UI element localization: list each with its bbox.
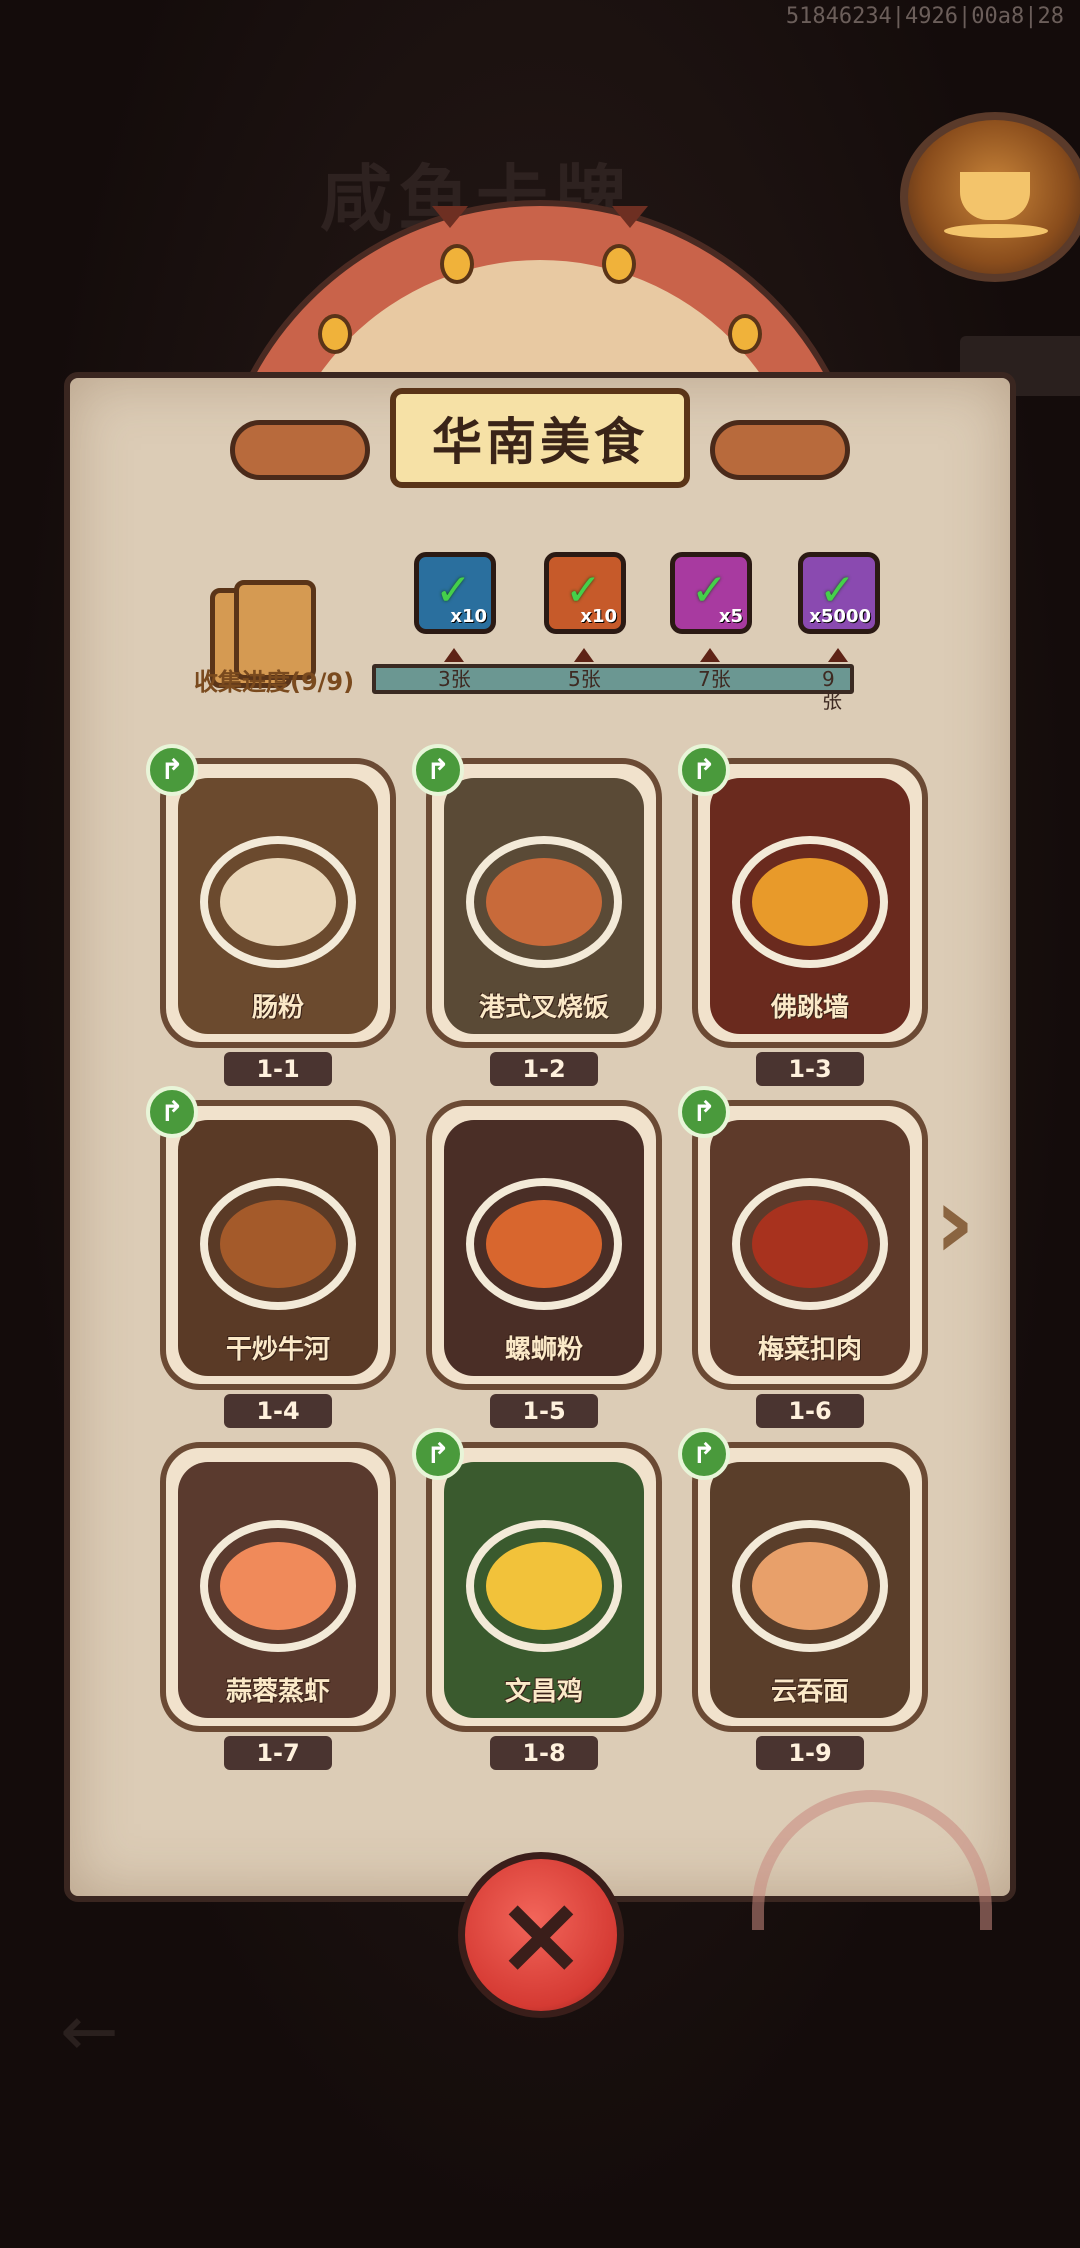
milestone-marker	[700, 648, 720, 662]
level-tag: 1-2	[490, 1052, 598, 1086]
reward-quantity: x5000	[809, 606, 871, 627]
dish-illustration: 干炒牛河	[178, 1120, 378, 1376]
level-tag: 1-1	[224, 1052, 332, 1086]
milestone-label: 7张	[698, 667, 731, 691]
share-arrow-icon[interactable]: ↱	[412, 1428, 464, 1480]
dish-name: 佛跳墙	[770, 993, 849, 1023]
title-banner: 华南美食	[390, 388, 690, 488]
milestone-label: 3张	[438, 667, 471, 691]
dish-illustration: 蒜蓉蒸虾	[178, 1462, 378, 1718]
food-shape	[220, 1542, 336, 1630]
dish-illustration: 佛跳墙	[710, 778, 910, 1034]
food-shape	[752, 1542, 868, 1630]
dish-name: 干炒牛河	[225, 1335, 330, 1365]
coffee-button[interactable]	[900, 112, 1080, 282]
level-tag: 1-9	[756, 1736, 864, 1770]
share-arrow-icon[interactable]: ↱	[678, 744, 730, 796]
card-frame: 肠粉	[160, 758, 396, 1048]
share-arrow-icon[interactable]: ↱	[146, 1086, 198, 1138]
dish-card-6[interactable]: 梅菜扣肉 ↱ 1-6	[678, 1086, 928, 1428]
milestone-label: 5张	[568, 667, 601, 691]
card-frame: 港式叉烧饭	[426, 758, 662, 1048]
food-shape	[486, 858, 602, 946]
back-arrow-icon: ←	[60, 1990, 119, 2072]
card-frame: 螺蛳粉	[426, 1100, 662, 1390]
dish-card-7[interactable]: 蒜蓉蒸虾 1-7	[160, 1442, 396, 1770]
crystal-icon[interactable]: ✓ x5000	[798, 552, 880, 634]
close-x-icon: ×	[494, 1870, 588, 1998]
arch-spike	[612, 206, 648, 228]
panel-title: 华南美食	[432, 413, 648, 471]
card-frame: 佛跳墙	[692, 758, 928, 1048]
level-tag: 1-5	[490, 1394, 598, 1428]
level-tag: 1-8	[490, 1736, 598, 1770]
next-page-arrow-icon[interactable]: ›	[934, 1164, 975, 1281]
saucer-shape	[944, 224, 1048, 238]
arch-bead	[602, 244, 636, 284]
coffee-cup-icon	[960, 172, 1030, 220]
card-frame: 梅菜扣肉	[692, 1100, 928, 1390]
dish-card-9[interactable]: 云吞面 ↱ 1-9	[678, 1428, 928, 1770]
reward-quantity: x5	[718, 606, 743, 627]
level-tag: 1-4	[224, 1394, 332, 1428]
dish-name: 螺蛳粉	[504, 1335, 583, 1365]
collection-progress-bar: 3张 5张 7张 9张	[372, 664, 854, 712]
log-left	[230, 420, 370, 480]
debug-id-text: 51846234|4926|00a8|28	[785, 4, 1064, 29]
dish-illustration: 螺蛳粉	[444, 1120, 644, 1376]
share-arrow-icon[interactable]: ↱	[678, 1428, 730, 1480]
food-shape	[220, 1200, 336, 1288]
card-frame: 云吞面	[692, 1442, 928, 1732]
dish-card-5[interactable]: 螺蛳粉 1-5	[426, 1100, 662, 1428]
dish-card-2[interactable]: 港式叉烧饭 ↱ 1-2	[412, 744, 662, 1086]
card-frame: 文昌鸡	[426, 1442, 662, 1732]
reward-quantity: x10	[450, 606, 487, 627]
milestone-marker	[444, 648, 464, 662]
share-arrow-icon[interactable]: ↱	[146, 744, 198, 796]
dish-illustration: 梅菜扣肉	[710, 1120, 910, 1376]
log-right	[710, 420, 850, 480]
share-arrow-icon[interactable]: ↱	[678, 1086, 730, 1138]
share-arrow-icon[interactable]: ↱	[412, 744, 464, 796]
milestone-marker	[574, 648, 594, 662]
treasure-chest-icon[interactable]: ✓ x10	[414, 552, 496, 634]
level-tag: 1-6	[756, 1394, 864, 1428]
dish-illustration: 港式叉烧饭	[444, 778, 644, 1034]
milestone-label: 9张	[822, 667, 842, 713]
arch-bead	[440, 244, 474, 284]
ticket-icon[interactable]: ✓ x10	[544, 552, 626, 634]
dish-name: 梅菜扣肉	[757, 1335, 862, 1365]
dish-illustration: 文昌鸡	[444, 1462, 644, 1718]
food-shape	[220, 858, 336, 946]
dish-name: 云吞面	[770, 1677, 849, 1707]
gem-orb-icon[interactable]: ✓ x5	[670, 552, 752, 634]
reward-quantity: x10	[580, 606, 617, 627]
dish-name: 文昌鸡	[504, 1677, 583, 1707]
card-frame: 蒜蓉蒸虾	[160, 1442, 396, 1732]
food-shape	[752, 1200, 868, 1288]
dish-card-1[interactable]: 肠粉 ↱ 1-1	[146, 744, 396, 1086]
dish-illustration: 云吞面	[710, 1462, 910, 1718]
dish-card-4[interactable]: 干炒牛河 ↱ 1-4	[146, 1086, 396, 1428]
close-button[interactable]: ×	[458, 1852, 624, 2018]
food-shape	[752, 858, 868, 946]
card-frame: 干炒牛河	[160, 1100, 396, 1390]
dish-card-8[interactable]: 文昌鸡 ↱ 1-8	[412, 1428, 662, 1770]
milestone-marker	[828, 648, 848, 662]
dish-illustration: 肠粉	[178, 778, 378, 1034]
arch-bead	[318, 314, 352, 354]
arch-bead	[728, 314, 762, 354]
dish-card-3[interactable]: 佛跳墙 ↱ 1-3	[678, 744, 928, 1086]
food-shape	[486, 1542, 602, 1630]
level-tag: 1-7	[224, 1736, 332, 1770]
dish-name: 蒜蓉蒸虾	[225, 1677, 330, 1707]
arch-spike	[432, 206, 468, 228]
dish-name: 肠粉	[251, 993, 304, 1023]
food-shape	[486, 1200, 602, 1288]
level-tag: 1-3	[756, 1052, 864, 1086]
collection-progress-label: 收集进度(9/9)	[194, 668, 355, 696]
dish-name: 港式叉烧饭	[478, 993, 609, 1023]
